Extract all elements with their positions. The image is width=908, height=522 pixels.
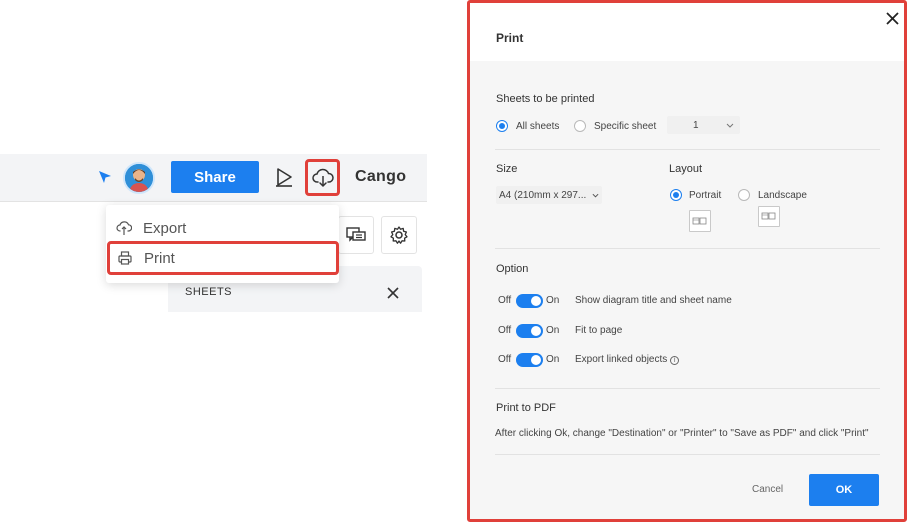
pdf-instructions: After clicking Ok, change "Destination" … bbox=[495, 428, 869, 439]
collaborator-cursor-icon bbox=[99, 171, 111, 183]
download-menu: Export Print bbox=[106, 205, 339, 283]
paper-size-value: A4 (210mm x 297... bbox=[499, 189, 587, 201]
divider bbox=[495, 149, 880, 150]
divider bbox=[495, 454, 880, 455]
printer-icon bbox=[118, 251, 132, 265]
fit-to-page-toggle[interactable] bbox=[516, 324, 543, 338]
comments-button[interactable] bbox=[338, 216, 374, 254]
portrait-label: Portrait bbox=[689, 190, 722, 201]
all-sheets-radio[interactable] bbox=[496, 120, 508, 132]
avatar[interactable] bbox=[123, 162, 155, 194]
all-sheets-label: All sheets bbox=[516, 121, 560, 132]
landscape-preview[interactable] bbox=[758, 206, 780, 227]
user-avatar-icon bbox=[125, 164, 153, 192]
print-dialog: Print Sheets to be printed All sheets Sp… bbox=[467, 0, 907, 522]
pdf-section-title: Print to PDF bbox=[496, 402, 556, 414]
landscape-radio[interactable] bbox=[738, 189, 750, 201]
comments-icon bbox=[346, 227, 366, 242]
close-icon[interactable] bbox=[886, 12, 899, 25]
portrait-page-icon bbox=[692, 217, 707, 225]
play-icon[interactable] bbox=[273, 166, 295, 188]
download-button[interactable] bbox=[305, 159, 340, 196]
sheets-panel-title: SHEETS bbox=[185, 286, 233, 298]
portrait-preview[interactable] bbox=[689, 210, 711, 232]
export-linked-toggle[interactable] bbox=[516, 353, 543, 367]
menu-item-label: Print bbox=[144, 249, 175, 267]
option-section-title: Option bbox=[496, 263, 529, 275]
cancel-button[interactable]: Cancel bbox=[752, 484, 783, 495]
dialog-title: Print bbox=[496, 31, 524, 45]
paper-size-select[interactable]: A4 (210mm x 297... bbox=[496, 186, 602, 204]
cloud-upload-icon bbox=[116, 221, 132, 235]
sheet-number-value: 1 bbox=[693, 119, 699, 131]
info-icon[interactable]: i bbox=[670, 356, 680, 365]
show-title-toggle[interactable] bbox=[516, 294, 543, 308]
export-linked-option: Export linked objects i bbox=[575, 354, 680, 365]
dialog-header: Print bbox=[470, 3, 904, 61]
landscape-label: Landscape bbox=[758, 190, 807, 201]
size-section-title: Size bbox=[496, 163, 518, 175]
toggle-on-label: On bbox=[546, 325, 560, 336]
settings-button[interactable] bbox=[381, 216, 417, 254]
ok-button[interactable]: OK bbox=[809, 474, 879, 506]
layout-section-title: Layout bbox=[669, 163, 703, 175]
toggle-off-label: Off bbox=[498, 295, 512, 306]
option-label: Show diagram title and sheet name bbox=[575, 295, 732, 306]
sheet-number-select[interactable]: 1 bbox=[667, 116, 740, 134]
divider bbox=[495, 248, 880, 249]
divider bbox=[495, 388, 880, 389]
brand-name: Cango bbox=[355, 168, 407, 185]
chevron-down-icon bbox=[726, 123, 734, 128]
cloud-download-icon bbox=[311, 168, 334, 187]
share-button[interactable]: Share bbox=[171, 161, 259, 193]
menu-item-export[interactable]: Export bbox=[106, 211, 339, 245]
specific-sheet-label: Specific sheet bbox=[594, 121, 657, 132]
option-label: Export linked objects bbox=[575, 354, 668, 365]
menu-item-print[interactable]: Print bbox=[107, 241, 339, 275]
landscape-page-icon bbox=[761, 212, 776, 220]
sheets-section-title: Sheets to be printed bbox=[496, 93, 595, 105]
toggle-off-label: Off bbox=[498, 354, 512, 365]
specific-sheet-radio[interactable] bbox=[574, 120, 586, 132]
chevron-down-icon bbox=[592, 193, 599, 198]
toggle-on-label: On bbox=[546, 295, 560, 306]
portrait-radio[interactable] bbox=[670, 189, 682, 201]
option-label: Fit to page bbox=[575, 325, 623, 336]
toggle-off-label: Off bbox=[498, 325, 512, 336]
close-icon[interactable] bbox=[387, 287, 399, 299]
menu-item-label: Export bbox=[143, 219, 187, 237]
gear-icon bbox=[390, 226, 408, 244]
toggle-on-label: On bbox=[546, 354, 560, 365]
